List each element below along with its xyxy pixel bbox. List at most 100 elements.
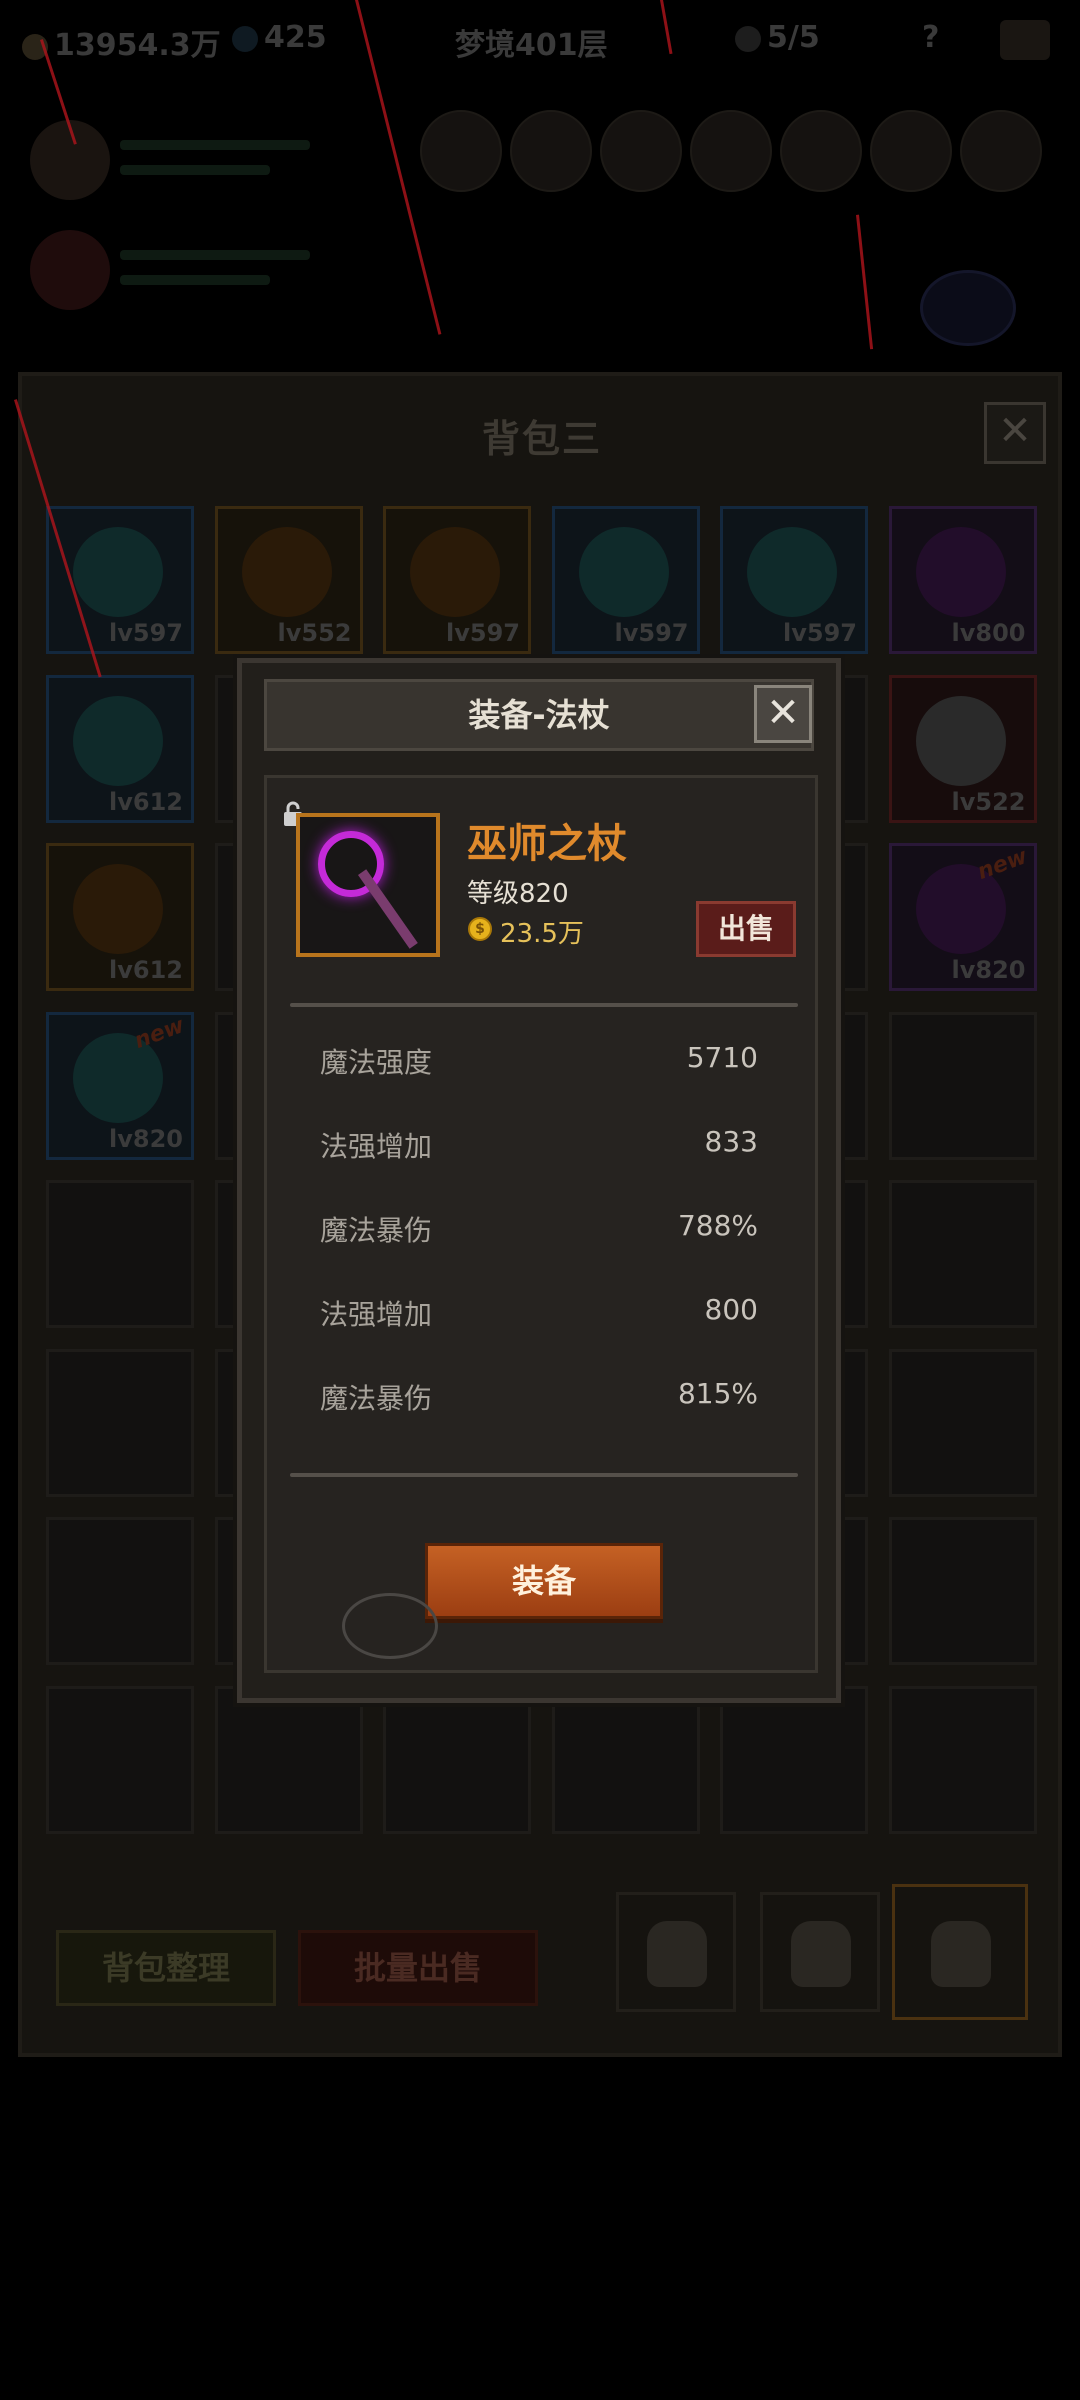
- backpack-tab-1[interactable]: [616, 1892, 736, 2012]
- dialog-header: 装备-法杖: [264, 679, 814, 751]
- inventory-item-slot[interactable]: new lv820: [888, 843, 1037, 991]
- top-hud: 13954.3万 425 梦境401层 5/5 ?: [0, 0, 1080, 80]
- stat-label: 法强增加: [320, 1298, 433, 1331]
- stat-value: 800: [704, 1293, 758, 1326]
- empty-inventory-slot[interactable]: [720, 1685, 868, 1834]
- hero-hp-bar: [120, 140, 310, 150]
- hero-mp-bar: [120, 165, 270, 175]
- stat-value: 833: [704, 1125, 758, 1158]
- inventory-item-slot[interactable]: lv597: [720, 506, 868, 654]
- stat-value: 815%: [677, 1377, 758, 1410]
- skill-slot[interactable]: [420, 110, 502, 192]
- item-level-label: lv597: [783, 619, 857, 647]
- item-price: 23.5万: [500, 919, 584, 949]
- skill-slot[interactable]: [960, 110, 1042, 192]
- stat-value: 788%: [677, 1209, 758, 1242]
- companion-portrait: [30, 230, 110, 310]
- inventory-item-slot[interactable]: new lv820: [46, 1011, 194, 1160]
- stat-label: 魔法暴伤: [320, 1214, 433, 1247]
- equipment-icon: [410, 527, 500, 617]
- rain-streak: [856, 214, 874, 350]
- swirl-effect: [342, 1593, 438, 1659]
- empty-inventory-slot[interactable]: [46, 1517, 194, 1665]
- empty-inventory-slot[interactable]: [888, 1011, 1037, 1160]
- item-level-label: lv597: [446, 619, 520, 647]
- backpack-tab-3[interactable]: [892, 1884, 1028, 2020]
- skill-slot[interactable]: [690, 110, 772, 192]
- stat-value: 5710: [686, 1041, 758, 1074]
- staff-shaft: [358, 869, 418, 949]
- empty-inventory-slot[interactable]: [46, 1685, 194, 1834]
- skill-slot[interactable]: [870, 110, 952, 192]
- coin-icon: $: [468, 917, 492, 941]
- item-name: 巫师之杖: [467, 821, 627, 867]
- backpack-icon: [791, 1921, 851, 1987]
- item-level-label: lv597: [109, 619, 183, 647]
- inventory-item-slot[interactable]: lv522: [888, 674, 1037, 823]
- companion-mp-bar: [120, 275, 270, 285]
- settings-gear-icon[interactable]: [1000, 20, 1050, 60]
- equipment-icon: [747, 527, 837, 617]
- item-level-label: lv612: [109, 956, 183, 984]
- equipment-icon: [915, 695, 1006, 786]
- divider: [290, 1003, 798, 1007]
- empty-inventory-slot[interactable]: [888, 1685, 1037, 1834]
- skill-slot[interactable]: [510, 110, 592, 192]
- new-badge: new: [131, 1012, 188, 1054]
- equipment-icon: [578, 527, 669, 617]
- equipment-dialog: 装备-法杖 ✕ 巫师之杖 等级820 $ 23.5万 出售 魔法强度 5710 …: [237, 658, 841, 1703]
- item-level-label: lv597: [614, 619, 689, 647]
- gold-counter: 13954.3万: [22, 20, 221, 64]
- item-level-label: lv800: [951, 619, 1026, 647]
- equipment-icon: [241, 527, 332, 617]
- sort-backpack-button[interactable]: 背包整理: [56, 1930, 276, 2006]
- item-level: 等级820: [467, 879, 569, 909]
- skill-slot[interactable]: [780, 110, 862, 192]
- empty-inventory-slot[interactable]: [46, 1180, 194, 1328]
- equipment-icon: [73, 864, 163, 954]
- empty-inventory-slot[interactable]: [383, 1685, 531, 1834]
- dialog-title: 装备-法杖: [468, 696, 610, 734]
- equipment-icon: [915, 527, 1006, 617]
- item-level-label: lv820: [951, 956, 1026, 984]
- backpack-close-button[interactable]: ✕: [984, 402, 1046, 464]
- stat-label: 魔法强度: [320, 1046, 433, 1079]
- inventory-item-slot[interactable]: lv800: [888, 506, 1037, 654]
- skill-slot[interactable]: [600, 110, 682, 192]
- inventory-item-slot[interactable]: lv597: [551, 506, 700, 654]
- item-level-label: lv522: [951, 787, 1026, 816]
- empty-inventory-slot[interactable]: [888, 1348, 1037, 1497]
- empty-inventory-slot[interactable]: [551, 1685, 700, 1834]
- empty-inventory-slot[interactable]: [888, 1517, 1037, 1665]
- divider: [290, 1473, 798, 1477]
- item-level-label: lv820: [109, 1124, 183, 1153]
- backpack-title: 背包三: [481, 417, 602, 461]
- empty-inventory-slot[interactable]: [46, 1348, 194, 1497]
- sell-button[interactable]: 出售: [696, 901, 796, 957]
- item-icon-frame: [296, 813, 440, 957]
- item-level-label: lv552: [277, 619, 352, 647]
- empty-inventory-slot[interactable]: [888, 1180, 1037, 1328]
- stage-label: 梦境401层: [455, 28, 608, 63]
- gem-counter: 425: [232, 20, 327, 55]
- inventory-item-slot[interactable]: lv612: [46, 843, 194, 991]
- equipment-icon: [73, 527, 163, 617]
- equip-button[interactable]: 装备: [425, 1543, 663, 1619]
- skill-bar: [420, 110, 1060, 200]
- stat-label: 法强增加: [320, 1130, 433, 1163]
- skull-icon: [735, 25, 761, 52]
- help-button[interactable]: ?: [922, 20, 939, 55]
- hero-panel: [30, 110, 330, 380]
- bulk-sell-button[interactable]: 批量出售: [298, 1930, 538, 2006]
- new-badge: new: [973, 844, 1031, 885]
- inventory-item-slot[interactable]: lv552: [214, 506, 363, 654]
- inventory-item-slot[interactable]: lv597: [383, 506, 531, 654]
- backpack-tab-2[interactable]: [760, 1892, 880, 2012]
- skull-counter: 5/5: [735, 20, 820, 55]
- empty-inventory-slot[interactable]: [214, 1685, 363, 1834]
- companion-hp-bar: [120, 250, 310, 260]
- backpack-icon: [647, 1921, 707, 1987]
- inventory-item-slot[interactable]: lv612: [46, 674, 194, 823]
- gem-icon: [232, 25, 258, 52]
- dialog-close-button[interactable]: ✕: [754, 685, 812, 743]
